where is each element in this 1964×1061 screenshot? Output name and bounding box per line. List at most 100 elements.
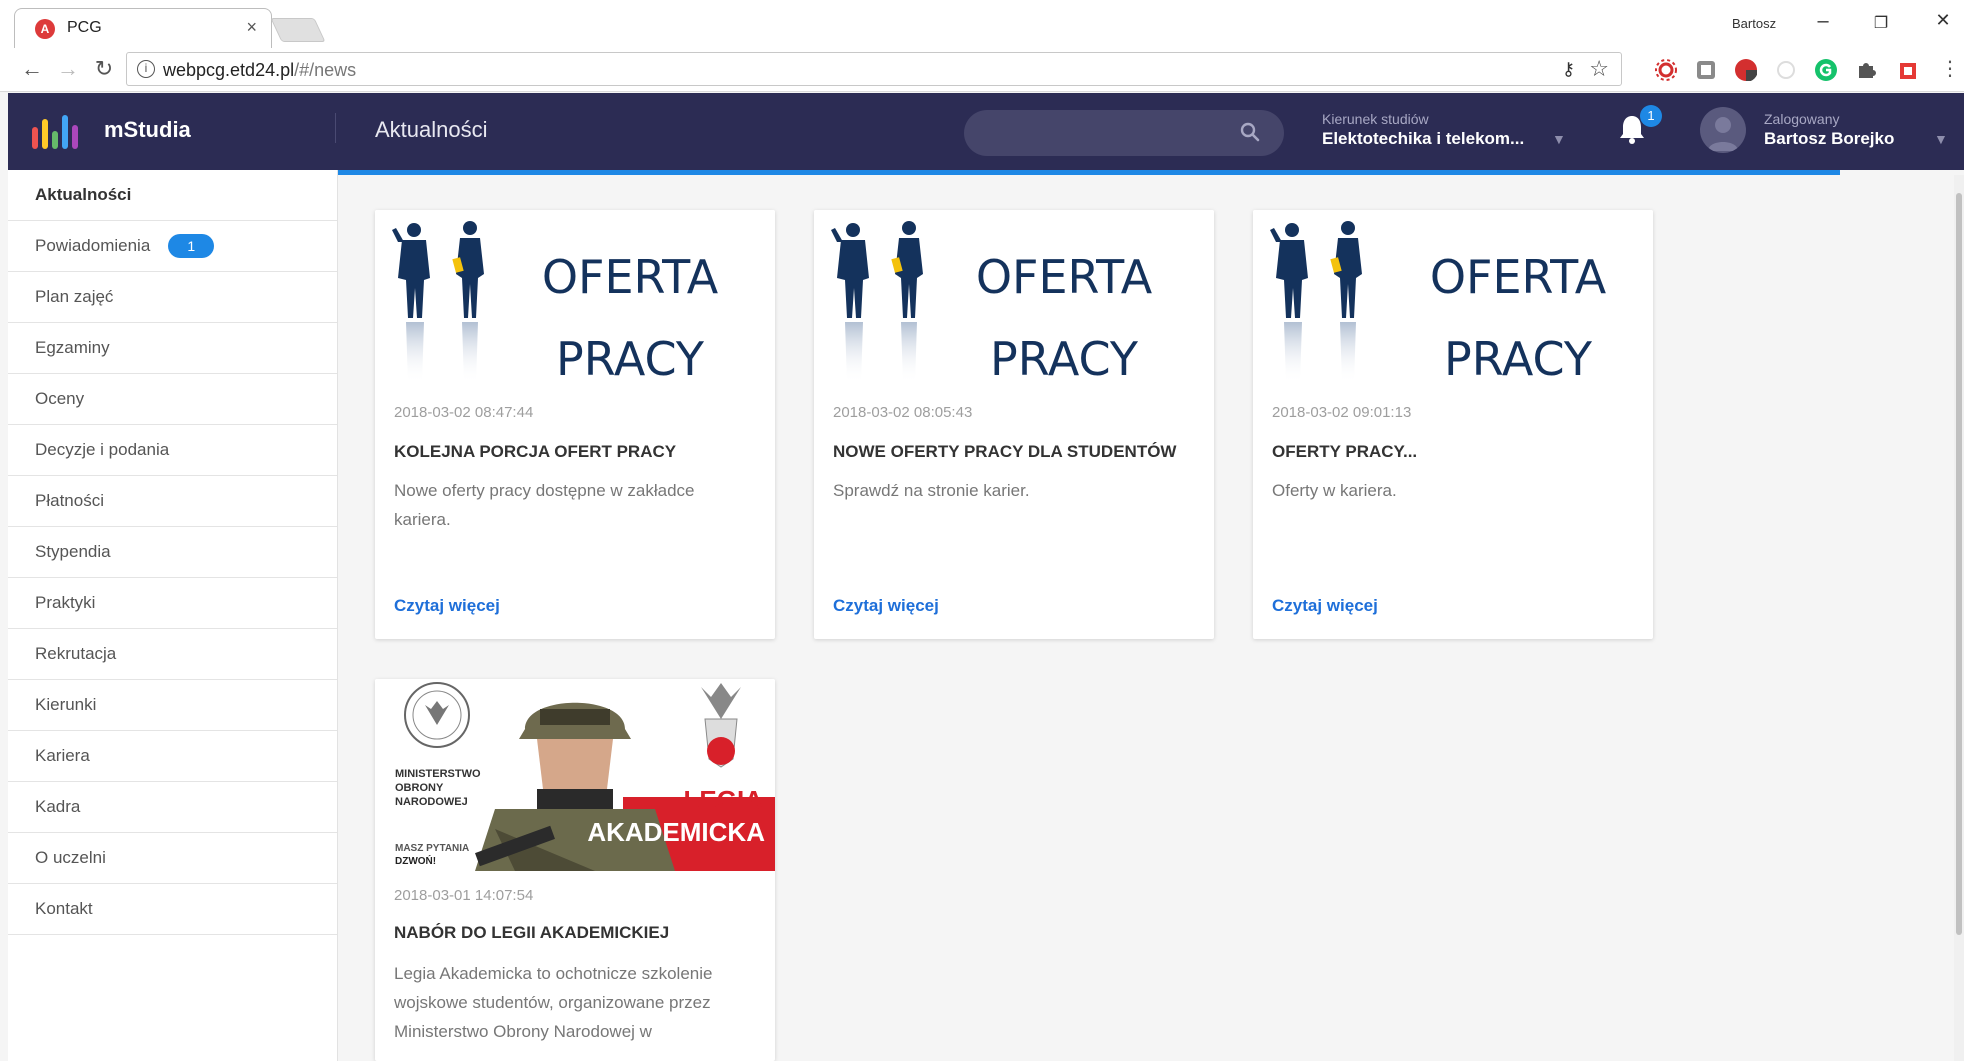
poster-ministry-line-3: NARODOWEJ <box>395 796 468 808</box>
scrollbar-thumb[interactable] <box>1956 193 1962 935</box>
new-tab-button[interactable] <box>270 18 326 42</box>
image-caption: OFERTA PRACY <box>541 250 719 386</box>
mstudia-logo-icon[interactable] <box>30 111 86 151</box>
poster-question-line: MASZ PYTANIA <box>395 843 469 854</box>
sidebar-item-kariera[interactable]: Kariera <box>8 731 337 782</box>
news-date: 2018-03-02 09:01:13 <box>1272 404 1412 421</box>
app-header: mStudia Aktualności Kierunek studiów Ele… <box>8 93 1964 170</box>
job-offer-image: OFERTA PRACY <box>375 210 775 388</box>
search-icon[interactable] <box>1240 122 1260 142</box>
sidebar-item-oceny[interactable]: Oceny <box>8 374 337 425</box>
news-excerpt: Legia Akademicka to ochotnicze szkolenie… <box>394 964 713 1041</box>
news-excerpt: Nowe oferty pracy dostępne w zakładce ka… <box>394 481 695 529</box>
news-card[interactable]: OFERTA PRACY 2018-03-02 08:05:43 NOWE OFE… <box>814 210 1214 639</box>
notifications-badge: 1 <box>168 234 215 258</box>
legia-akademicka-image: MINISTERSTWO OBRONY NARODOWEJ MASZ PYTAN… <box>375 679 775 871</box>
chevron-down-icon[interactable]: ▼ <box>1552 131 1566 147</box>
news-title[interactable]: KOLEJNA PORCJA OFERT PRACY <box>394 442 764 462</box>
tab-close-button[interactable]: × <box>246 17 257 38</box>
sidebar-item-powiadomienia[interactable]: Powiadomienia 1 <box>8 221 337 272</box>
sidebar-item-aktualnosci[interactable]: Aktualności <box>8 170 337 221</box>
puzzle-extension-icon[interactable] <box>1854 58 1878 82</box>
business-people-icon <box>818 218 948 388</box>
poster-legia-word: LEGIA <box>684 785 764 815</box>
browser-menu-icon[interactable]: ⋮ <box>1936 56 1964 81</box>
avatar[interactable] <box>1700 107 1746 153</box>
study-field-label: Kierunek studiów <box>1322 111 1429 127</box>
read-more-link[interactable]: Czytaj więcej <box>1272 596 1378 616</box>
url-text[interactable]: webpcg.etd24.pl/#/news <box>163 60 356 81</box>
read-more-link[interactable]: Czytaj więcej <box>833 596 939 616</box>
sidebar-item-kontakt[interactable]: Kontakt <box>8 884 337 935</box>
sidebar-item-egzaminy[interactable]: Egzaminy <box>8 323 337 374</box>
notification-count-badge[interactable]: 1 <box>1640 105 1662 127</box>
news-excerpt: Oferty w kariera. <box>1272 481 1397 500</box>
bookmark-star-icon[interactable]: ☆ <box>1589 56 1609 82</box>
angular-icon: A <box>35 19 55 39</box>
news-card[interactable]: OFERTA PRACY 2018-03-02 08:47:44 KOLEJNA … <box>375 210 775 639</box>
poster-call-line: DZWOŃ! <box>395 854 436 867</box>
loading-progress-bar <box>338 170 1840 175</box>
page-title: Aktualności <box>375 117 488 142</box>
tab-title: PCG <box>67 19 102 36</box>
poster-ministry-line-1: MINISTERSTWO <box>395 768 481 780</box>
restore-button[interactable]: ❐ <box>1866 13 1896 33</box>
poster-ministry-line-2: OBRONY <box>395 782 444 794</box>
close-window-button[interactable]: ✕ <box>1928 10 1958 31</box>
read-more-link[interactable]: Czytaj więcej <box>394 596 500 616</box>
browser-tabbar: A PCG × Bartosz – ❐ ✕ <box>0 0 1964 48</box>
browser-profile[interactable]: Bartosz <box>1732 16 1776 31</box>
study-field-select[interactable]: Elektotechika i telekom... <box>1322 129 1524 149</box>
news-excerpt: Sprawdź na stronie karier. <box>833 481 1030 500</box>
news-card[interactable]: MINISTERSTWO OBRONY NARODOWEJ MASZ PYTAN… <box>375 679 775 1061</box>
note-extension-icon[interactable] <box>1694 58 1718 82</box>
news-title[interactable]: NOWE OFERTY PRACY DLA STUDENTÓW <box>833 442 1203 462</box>
image-caption: OFERTA PRACY <box>975 250 1153 386</box>
settings-gear-extension-icon[interactable] <box>1654 58 1678 82</box>
key-icon[interactable]: ⚷ <box>1562 59 1575 80</box>
user-name[interactable]: Bartosz Borejko <box>1764 129 1894 149</box>
sidebar-item-stypendia[interactable]: Stypendia <box>8 527 337 578</box>
sidebar-item-plan-zajec[interactable]: Plan zajęć <box>8 272 337 323</box>
header-divider <box>335 113 336 143</box>
browser-toolbar: ← → ↻ i webpcg.etd24.pl/#/news ⚷ ☆ ⋮ <box>0 48 1964 92</box>
business-people-icon <box>379 218 509 388</box>
address-bar[interactable]: i webpcg.etd24.pl/#/news ⚷ ☆ <box>126 52 1622 86</box>
job-offer-image: OFERTA PRACY <box>1253 210 1653 388</box>
user-avatar-icon <box>1708 117 1738 151</box>
brand-name[interactable]: mStudia <box>104 117 191 143</box>
soldier-poster-icon: MINISTERSTWO OBRONY NARODOWEJ MASZ PYTAN… <box>375 679 775 871</box>
minimize-button[interactable]: – <box>1808 10 1838 33</box>
news-date: 2018-03-02 08:47:44 <box>394 404 534 421</box>
forward-arrow-icon[interactable]: → <box>54 56 82 82</box>
poster-akademicka-word: AKADEMICKA <box>587 817 765 847</box>
search-input[interactable] <box>964 110 1284 156</box>
job-offer-image: OFERTA PRACY <box>814 210 1214 388</box>
image-caption: OFERTA PRACY <box>1429 250 1607 386</box>
sidebar-item-o-uczelni[interactable]: O uczelni <box>8 833 337 884</box>
sidebar-item-rekrutacja[interactable]: Rekrutacja <box>8 629 337 680</box>
sidebar-item-platnosci[interactable]: Płatności <box>8 476 337 527</box>
browser-tab[interactable]: A PCG × <box>14 8 272 48</box>
news-date: 2018-03-01 14:07:54 <box>394 887 534 904</box>
reload-icon[interactable]: ↻ <box>90 56 118 82</box>
back-arrow-icon[interactable]: ← <box>18 56 46 82</box>
news-date: 2018-03-02 08:05:43 <box>833 404 973 421</box>
business-people-icon <box>1257 218 1387 388</box>
sidebar-item-kadra[interactable]: Kadra <box>8 782 337 833</box>
news-card[interactable]: OFERTA PRACY 2018-03-02 09:01:13 OFERTY P… <box>1253 210 1653 639</box>
grammarly-extension-icon[interactable] <box>1814 58 1838 82</box>
adblock-extension-icon[interactable] <box>1734 58 1758 82</box>
clipboard-extension-icon[interactable] <box>1896 58 1920 82</box>
user-status-label: Zalogowany <box>1764 111 1840 127</box>
chevron-down-icon[interactable]: ▼ <box>1934 131 1948 147</box>
share-extension-icon[interactable] <box>1774 58 1798 82</box>
info-icon[interactable]: i <box>137 60 155 78</box>
sidebar-item-kierunki[interactable]: Kierunki <box>8 680 337 731</box>
news-title[interactable]: OFERTY PRACY... <box>1272 442 1642 462</box>
sidebar-item-praktyki[interactable]: Praktyki <box>8 578 337 629</box>
news-title[interactable]: NABÓR DO LEGII AKADEMICKIEJ <box>394 923 764 943</box>
sidebar: Aktualności Powiadomienia 1 Plan zajęć Eg… <box>8 170 338 1061</box>
sidebar-item-decyzje[interactable]: Decyzje i podania <box>8 425 337 476</box>
page-scrollbar[interactable] <box>1954 175 1964 1061</box>
